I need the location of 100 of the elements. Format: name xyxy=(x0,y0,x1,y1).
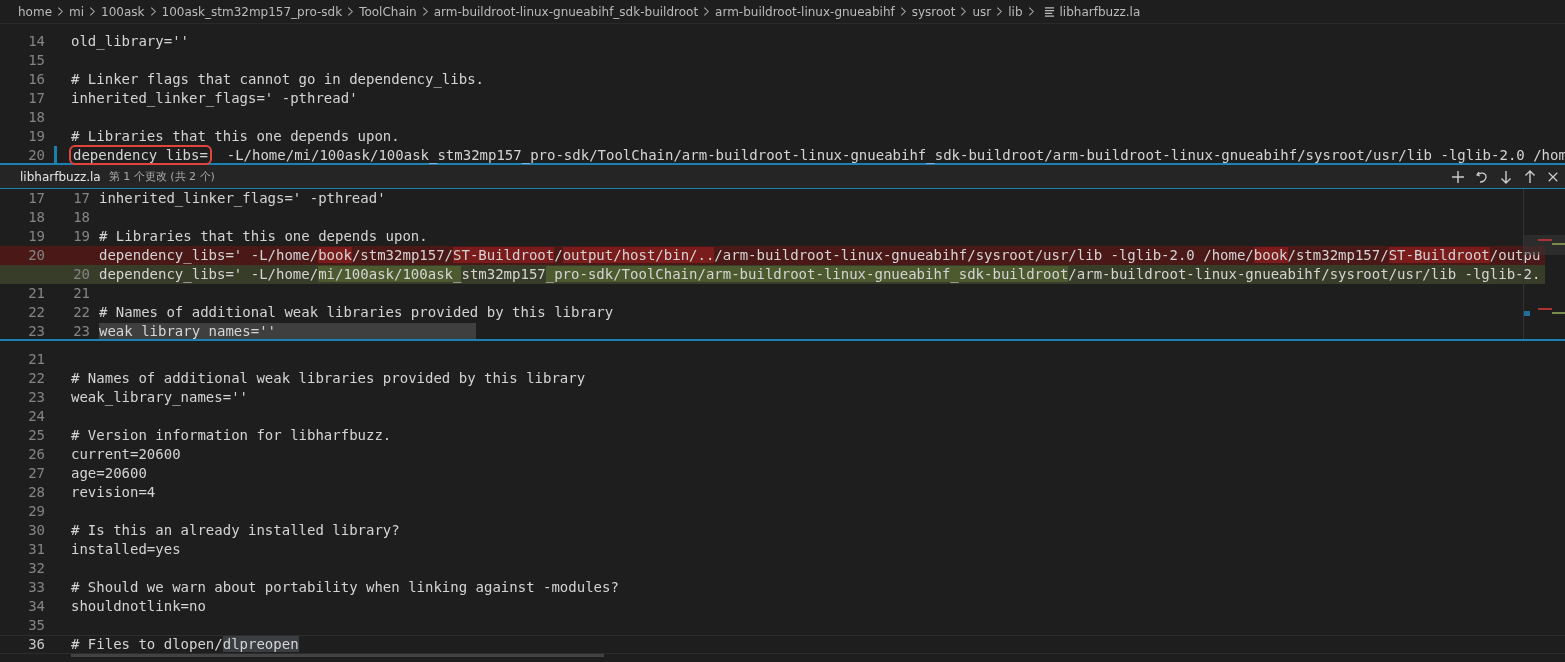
changed-text: output/host/bin/.. xyxy=(562,247,715,263)
chevron-icon xyxy=(1027,6,1035,17)
breadcrumb-item[interactable]: home xyxy=(18,4,53,19)
code-text: revision=4 xyxy=(71,484,156,500)
peek-file-name: libharfbuzz.la xyxy=(20,169,101,184)
chevron-icon xyxy=(899,6,907,17)
breadcrumb-item[interactable]: usr xyxy=(972,4,992,19)
code-text: weak_library_names='' xyxy=(71,389,248,405)
breadcrumb-file[interactable]: libharfbuzz.la xyxy=(1059,4,1141,19)
down-arrow-icon[interactable] xyxy=(1499,169,1513,184)
line-number: 17 xyxy=(72,189,90,208)
line-number: 17 xyxy=(27,89,45,108)
code-text: current=20600 xyxy=(71,446,181,462)
line-number: 31 xyxy=(27,540,45,559)
line-number: 24 xyxy=(27,407,45,426)
chevron-icon xyxy=(57,6,65,17)
up-arrow-icon[interactable] xyxy=(1523,169,1537,184)
line-number: 32 xyxy=(27,559,45,578)
highlight-box-text: dependency_libs= xyxy=(71,147,210,163)
code-text: # Names of additional weak libraries provided by this library xyxy=(99,304,614,320)
line-number: 23 xyxy=(27,388,45,407)
changed-text: -linux-gnueabihf_sdk-buildroot xyxy=(815,266,1069,282)
chevron-icon xyxy=(703,6,711,17)
code-text: # Version information for libharfbuzz. xyxy=(71,427,392,443)
line-number: 28 xyxy=(27,483,45,502)
close-icon[interactable] xyxy=(1547,170,1559,183)
breadcrumb-item[interactable]: arm-buildroot-linux-gnueabihf_sdk-buildroot xyxy=(433,4,699,19)
line-number: 20 xyxy=(72,265,90,284)
breadcrumb-item[interactable]: sysroot xyxy=(911,4,956,19)
line-number: 18 xyxy=(27,208,45,227)
code-text: # Linker flags that cannot go in dependency_libs. xyxy=(71,71,484,87)
plus-icon[interactable] xyxy=(1451,169,1465,184)
code-text: # Libraries that this one depends upon. xyxy=(71,128,400,144)
code-text: weak_library_names='' xyxy=(99,323,476,339)
line-number: 19 xyxy=(72,227,90,246)
line-number: 21 xyxy=(27,350,45,369)
line-number: 19 xyxy=(27,227,45,246)
code-text: / xyxy=(554,247,563,263)
code-text: # Should we warn about portability when linking against -modules? xyxy=(71,579,619,595)
line-number: 36 xyxy=(27,636,45,653)
chevron-icon xyxy=(89,6,97,17)
line-number: 19 xyxy=(27,127,45,146)
changed-text: ST-Buildroot xyxy=(1388,247,1490,263)
line-number: 21 xyxy=(72,284,90,303)
code-text: inherited_linker_flags=' -pthread' xyxy=(99,190,386,206)
code-text: inherited_linker_flags=' -pthread' xyxy=(71,90,358,106)
line-number: 22 xyxy=(72,303,90,322)
changed-text: ST-Buildroot xyxy=(453,247,555,263)
line-number: 20 xyxy=(27,246,45,265)
line-number: 17 xyxy=(27,189,45,208)
line-number: 30 xyxy=(27,521,45,540)
line-number: 20 xyxy=(27,146,45,165)
code-text: /stm32mp157/ xyxy=(1287,247,1389,263)
chevron-icon xyxy=(421,6,429,17)
line-number: 29 xyxy=(27,502,45,521)
line-number: 23 xyxy=(27,322,45,339)
line-number: 15 xyxy=(27,51,45,70)
code-text: /outpu xyxy=(1489,247,1541,263)
chevron-icon xyxy=(347,6,355,17)
change-counter: 第 1 个更改 (共 2 个) xyxy=(108,169,215,184)
breadcrumb-item[interactable]: mi xyxy=(69,4,85,19)
scrollbar[interactable] xyxy=(71,654,604,657)
breadcrumb-item[interactable]: arm-buildroot-linux-gnueabihf xyxy=(715,4,895,19)
code-text: shouldnotlink=no xyxy=(71,598,206,614)
changed-text: book xyxy=(318,247,352,263)
code-text: dependency_libs=' -L/home/ xyxy=(99,266,319,282)
code-text: dependency_libs=' -L/home/ xyxy=(99,247,319,263)
line-number: 26 xyxy=(27,445,45,464)
breadcrumb-item[interactable]: 100ask xyxy=(101,4,145,19)
line-number: 18 xyxy=(72,208,90,227)
breadcrumb-item[interactable]: lib xyxy=(1008,4,1023,19)
code-text: old_library='' xyxy=(71,33,189,49)
changed-text: _pro-sdk/ToolChain/arm-buildroot xyxy=(545,266,816,282)
line-number: 33 xyxy=(27,578,45,597)
line-number: 27 xyxy=(27,464,45,483)
code-text: /stm32mp157/ xyxy=(351,247,454,263)
code-text: stm32mp157 xyxy=(461,266,546,282)
line-number: 16 xyxy=(27,70,45,89)
line-number: 22 xyxy=(27,303,45,322)
code-text: /arm-buildroot-linux-gnueabihf/sysroot/usr/lib -lglib-2. xyxy=(1068,266,1541,282)
code-text: # Libraries that this one depends upon. xyxy=(99,228,428,244)
code-text: /arm-buildroot-linux-gnueabihf/sysroot/usr/lib -lglib-2.0 /home/ xyxy=(714,247,1254,263)
chevron-icon xyxy=(996,6,1004,17)
file-lines-icon xyxy=(1043,6,1055,17)
line-number: 14 xyxy=(27,32,45,51)
line-number: 34 xyxy=(27,597,45,616)
line-number: 22 xyxy=(27,369,45,388)
chevron-icon xyxy=(149,6,157,17)
code-text: # Names of additional weak libraries provided by this library xyxy=(71,370,586,386)
revert-icon[interactable] xyxy=(1475,169,1489,184)
line-number: 23 xyxy=(72,322,90,339)
highlighted-word: dlpreopen xyxy=(222,636,299,652)
breadcrumb-item[interactable]: ToolChain xyxy=(359,4,417,19)
line-number: 25 xyxy=(27,426,45,445)
line-number: 18 xyxy=(27,108,45,127)
line-number: 35 xyxy=(27,616,45,635)
changed-text: mi/100ask/100ask_ xyxy=(318,266,462,282)
breadcrumb-item[interactable]: 100ask_stm32mp157_pro-sdk xyxy=(161,4,343,19)
changed-text: book xyxy=(1253,247,1288,263)
code-text: installed=yes xyxy=(71,541,181,557)
